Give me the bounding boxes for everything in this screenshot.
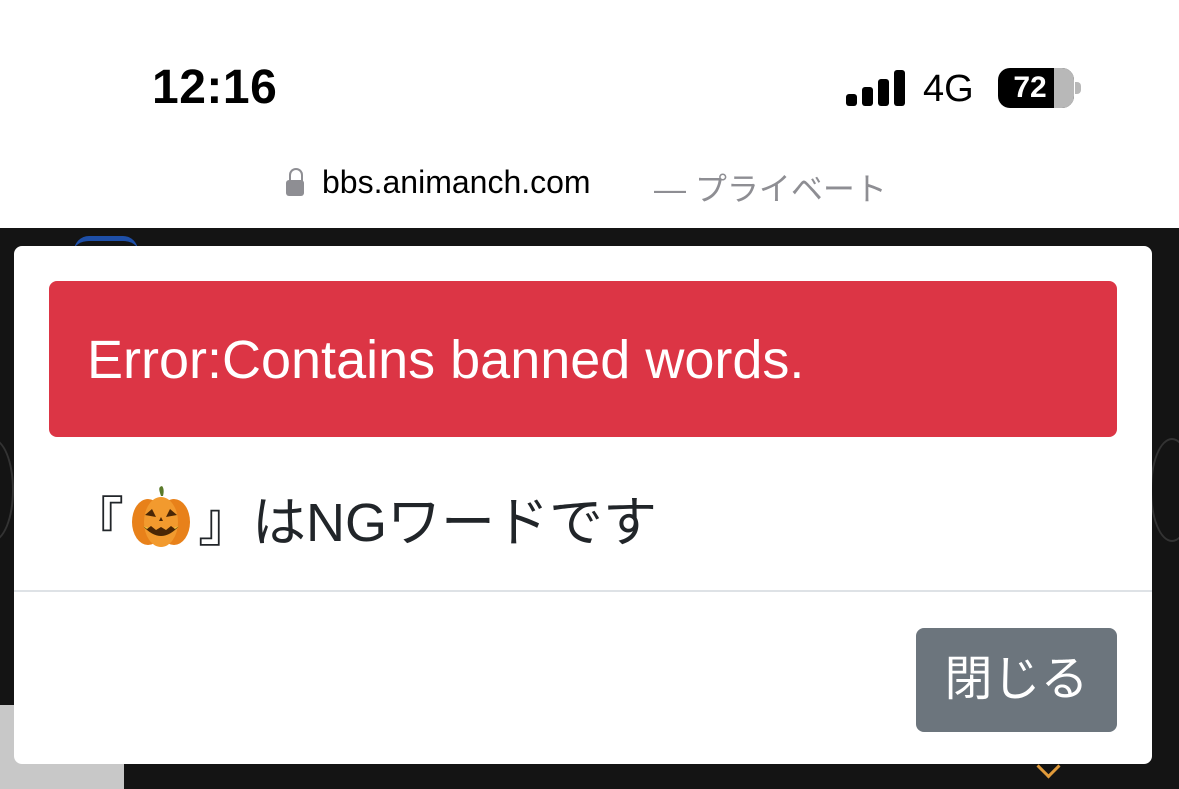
- battery-level: 72: [1013, 71, 1047, 104]
- ng-word-message: 『 』はNGワードです: [70, 482, 657, 553]
- battery-cap: [1075, 82, 1081, 94]
- url-bar[interactable]: bbs.animanch.com — プライベート: [0, 150, 1179, 228]
- close-button[interactable]: 閉じる: [916, 628, 1117, 732]
- alert-text: Error:Contains banned words.: [87, 330, 805, 390]
- message-open-bracket: 『: [70, 492, 124, 553]
- message-text: 』はNGワードです: [198, 492, 657, 553]
- modal-footer-divider: [14, 590, 1152, 592]
- error-modal: Error:Contains banned words. 『 』はNGワードです…: [14, 246, 1152, 764]
- network-type: 4G: [923, 68, 974, 110]
- status-bar: 12:16 4G 72: [0, 0, 1179, 150]
- jack-o-lantern-icon: [128, 484, 194, 550]
- lock-icon: [286, 168, 304, 198]
- battery-icon: 72: [998, 68, 1074, 108]
- status-time: 12:16: [152, 61, 278, 114]
- private-mode-label: — プライベート: [654, 171, 887, 207]
- error-alert: Error:Contains banned words.: [49, 281, 1117, 437]
- cellular-signal-icon: [846, 70, 906, 106]
- url-domain[interactable]: bbs.animanch.com: [322, 164, 591, 201]
